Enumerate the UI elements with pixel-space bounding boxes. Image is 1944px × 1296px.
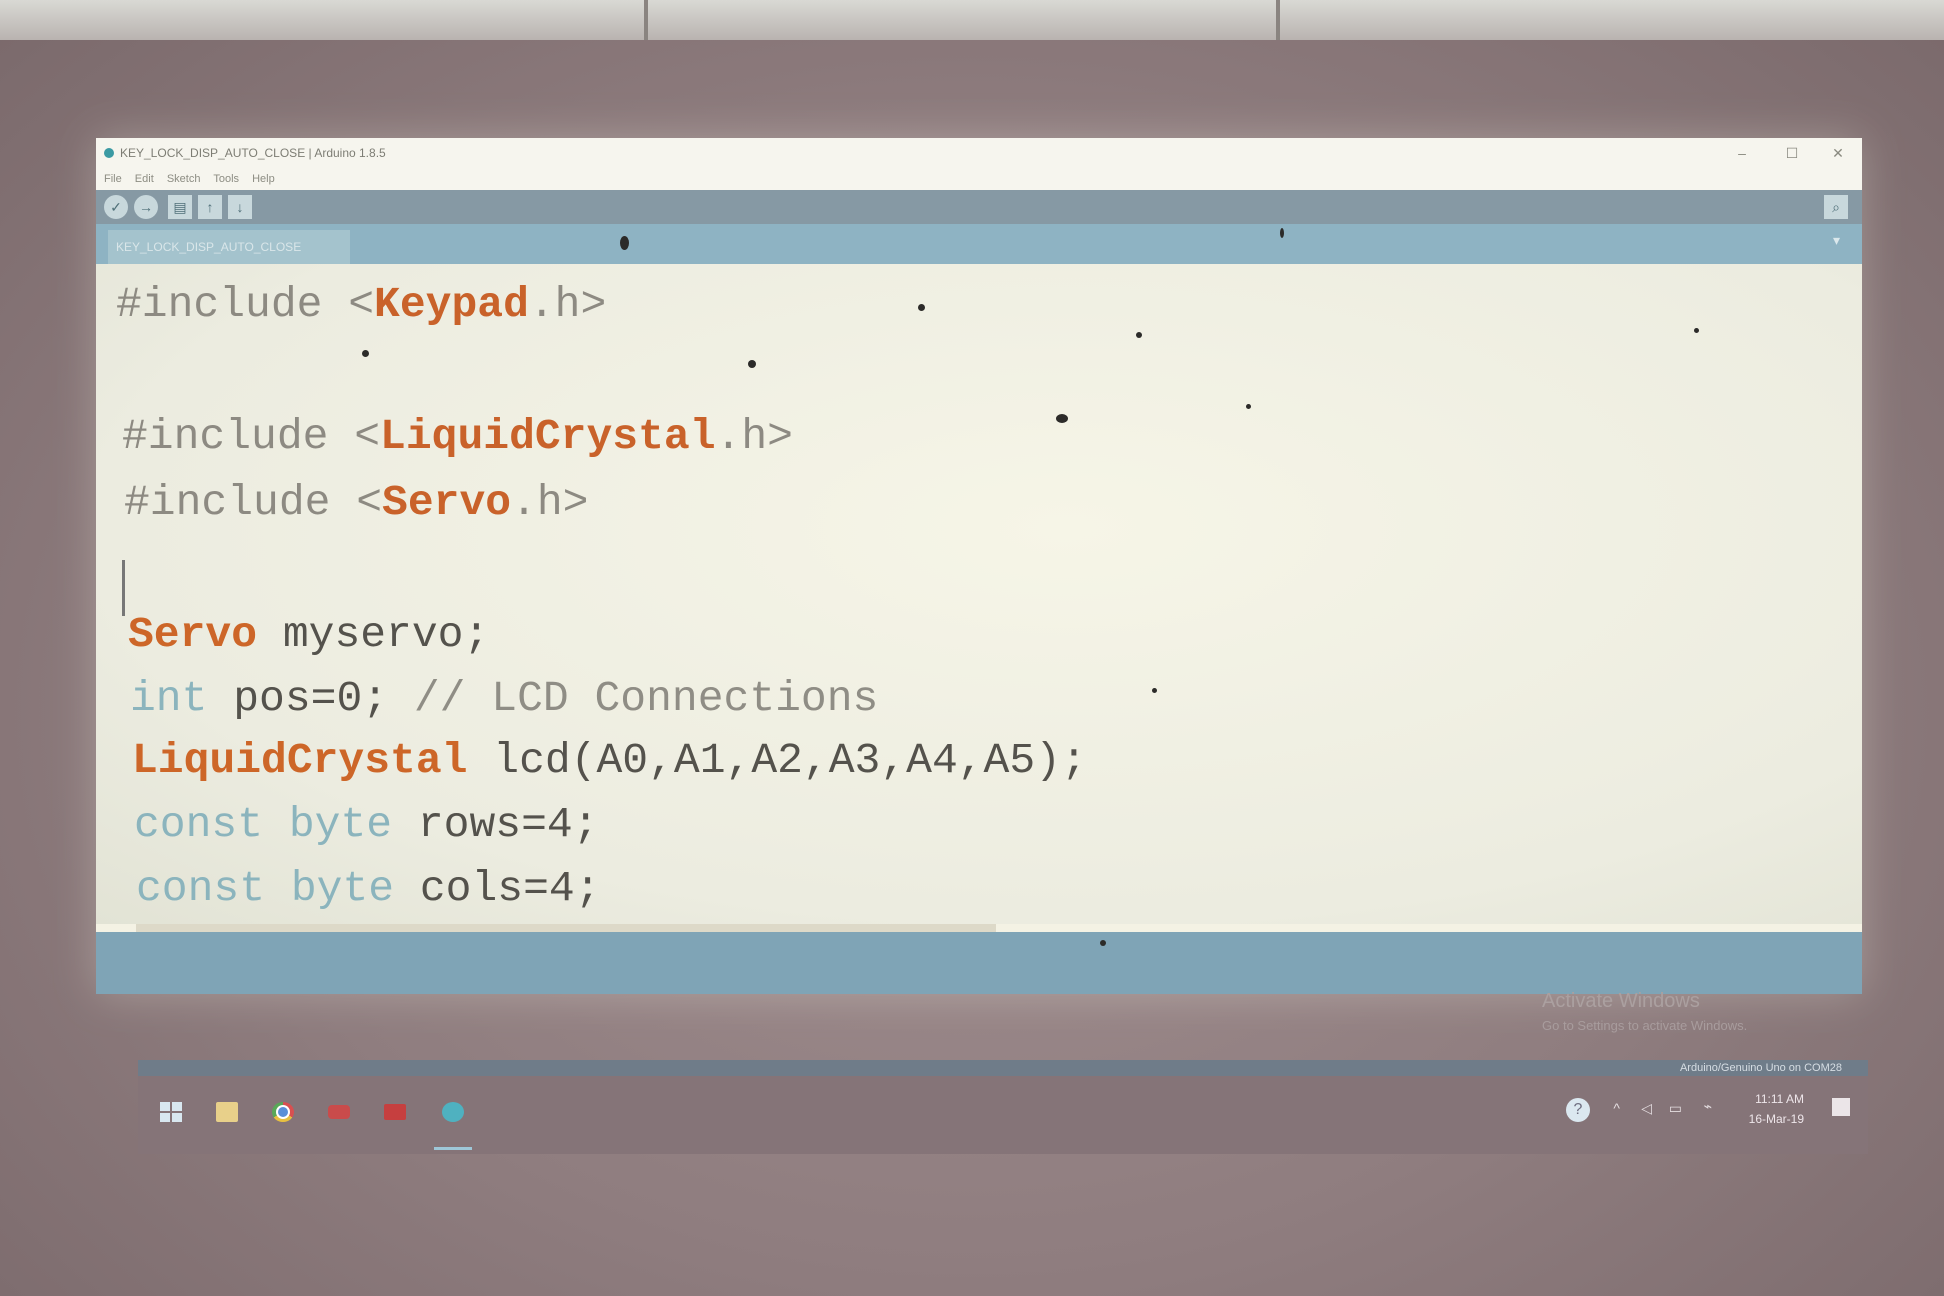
clock-date[interactable]: 16-Mar-19 — [1749, 1112, 1804, 1126]
code-line-5: int pos=0; // LCD Connections — [130, 674, 878, 723]
tab-menu-icon[interactable]: ▾ — [1833, 232, 1840, 249]
chrome-icon — [272, 1102, 294, 1122]
code-line-2: #include <LiquidCrystal.h> — [122, 412, 793, 461]
code-text: pos=0; — [207, 674, 414, 723]
type-name: int — [130, 674, 208, 723]
taskbar-arduino[interactable] — [430, 1076, 476, 1154]
keyword-byte: byte — [263, 800, 393, 849]
taskbar-chrome[interactable] — [260, 1076, 306, 1154]
ceiling — [0, 0, 1944, 40]
code-line-3: #include <Servo.h> — [124, 478, 589, 527]
menu-file[interactable]: File — [104, 173, 122, 185]
bracket: < — [322, 280, 375, 329]
code-text: myservo; — [257, 610, 490, 659]
library-name: Servo — [382, 478, 512, 527]
menu-sketch[interactable]: Sketch — [167, 173, 201, 185]
clock-time[interactable]: 11:11 AM — [1755, 1092, 1804, 1106]
serial-monitor-button[interactable]: ⌕ — [1824, 195, 1848, 219]
taskbar-file-explorer[interactable] — [204, 1076, 250, 1154]
code-text: cols=4; — [394, 864, 601, 913]
header-ext: .h> — [715, 412, 793, 461]
board-status-bar: Arduino/Genuino Uno on COM28 — [138, 1060, 1868, 1076]
code-editor[interactable]: #include <Keypad.h> #include <LiquidCrys… — [96, 264, 1862, 924]
header-ext: .h> — [528, 280, 607, 329]
battery-icon[interactable]: ▭ — [1669, 1100, 1682, 1117]
code-line-7: const byte rows=4; — [134, 800, 599, 849]
code-line-8: const byte cols=4; — [136, 864, 601, 913]
library-name: LiquidCrystal — [380, 412, 716, 461]
code-line-6: LiquidCrystal lcd(A0,A1,A2,A3,A4,A5); — [132, 736, 1087, 785]
type-name: LiquidCrystal — [132, 736, 468, 785]
chevron-up-icon[interactable]: ^ — [1613, 1100, 1620, 1116]
upload-button[interactable]: → — [134, 195, 158, 219]
arduino-app-icon — [104, 148, 114, 158]
keyword-const: const — [134, 800, 264, 849]
ceiling-seam — [644, 0, 648, 40]
system-tray: ? ^ ◁ ▭ ⌁ 11:11 AM 16-Mar-19 — [1548, 1076, 1868, 1154]
code-comment: // LCD Connections — [413, 674, 879, 723]
text-cursor — [122, 560, 125, 616]
activate-windows-subtitle: Go to Settings to activate Windows. — [1542, 1018, 1748, 1033]
open-sketch-button[interactable]: ↑ — [198, 195, 222, 219]
library-name: Keypad — [374, 280, 529, 329]
new-sketch-button[interactable]: ▤ — [168, 195, 192, 219]
menu-edit[interactable]: Edit — [135, 173, 154, 185]
directive: #include — [124, 478, 331, 527]
folder-icon — [216, 1102, 238, 1122]
horizontal-scrollbar[interactable] — [136, 924, 996, 932]
bracket: < — [328, 412, 381, 461]
keyword-const: const — [136, 864, 266, 913]
type-name: Servo — [128, 610, 258, 659]
taskbar-youtube[interactable] — [316, 1076, 362, 1154]
mail-icon — [384, 1104, 406, 1120]
tab-bar: KEY_LOCK_DISP_AUTO_CLOSE ▾ — [96, 224, 1862, 264]
maximize-button[interactable]: ☐ — [1772, 138, 1812, 168]
code-text: lcd(A0,A1,A2,A3,A4,A5); — [467, 736, 1087, 785]
board-status-label: Arduino/Genuino Uno on COM28 — [1679, 1062, 1842, 1074]
save-sketch-button[interactable]: ↓ — [228, 195, 252, 219]
activate-windows-title: Activate Windows — [1542, 990, 1700, 1012]
directive: #include — [116, 280, 323, 329]
volume-icon[interactable]: ◁ — [1641, 1100, 1652, 1117]
title-bar: KEY_LOCK_DISP_AUTO_CLOSE | Arduino 1.8.5… — [96, 138, 1862, 168]
windows-taskbar: ? ^ ◁ ▭ ⌁ 11:11 AM 16-Mar-19 — [138, 1076, 1868, 1154]
active-indicator — [434, 1147, 472, 1150]
window-title: KEY_LOCK_DISP_AUTO_CLOSE | Arduino 1.8.5 — [120, 146, 386, 160]
header-ext: .h> — [511, 478, 589, 527]
toolbar: ✓ → ▤ ↑ ↓ ⌕ — [96, 190, 1862, 224]
code-line-4: Servo myservo; — [128, 610, 489, 659]
tab-sketch[interactable]: KEY_LOCK_DISP_AUTO_CLOSE — [108, 230, 350, 264]
taskbar-mail[interactable] — [372, 1076, 418, 1154]
verify-button[interactable]: ✓ — [104, 195, 128, 219]
windows-logo-icon — [160, 1102, 182, 1122]
arduino-ide-window: KEY_LOCK_DISP_AUTO_CLOSE | Arduino 1.8.5… — [96, 138, 1862, 994]
menu-bar: File Edit Sketch Tools Help — [96, 168, 1862, 190]
keyword-byte: byte — [265, 864, 395, 913]
menu-help[interactable]: Help — [252, 173, 275, 185]
close-button[interactable]: ✕ — [1818, 138, 1858, 168]
arduino-icon — [442, 1102, 464, 1122]
directive: #include — [122, 412, 329, 461]
menu-tools[interactable]: Tools — [213, 173, 239, 185]
minimize-button[interactable]: – — [1722, 138, 1762, 168]
bracket: < — [330, 478, 383, 527]
ceiling-seam — [1276, 0, 1280, 40]
notification-icon[interactable] — [1832, 1098, 1850, 1116]
console-status-bar — [96, 932, 1862, 994]
code-line-1: #include <Keypad.h> — [116, 280, 606, 329]
youtube-icon — [328, 1105, 350, 1119]
code-text: rows=4; — [392, 800, 599, 849]
network-icon[interactable]: ⌁ — [1704, 1098, 1712, 1115]
start-button[interactable] — [148, 1076, 194, 1154]
help-icon[interactable]: ? — [1566, 1098, 1590, 1122]
